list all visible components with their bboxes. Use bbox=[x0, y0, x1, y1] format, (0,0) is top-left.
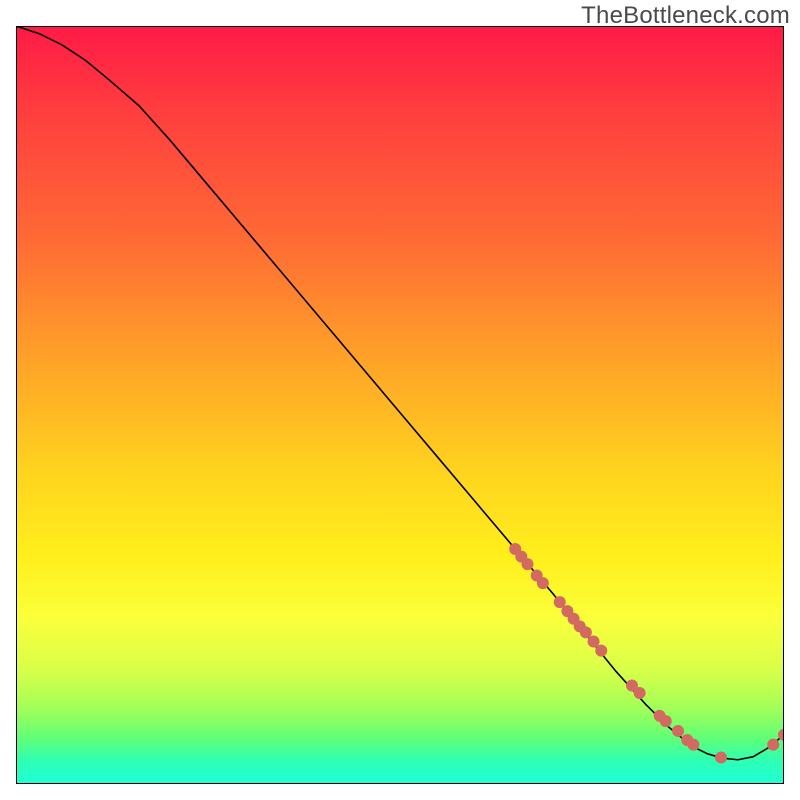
plot-gradient-background bbox=[16, 26, 784, 784]
chart-canvas: TheBottleneck.com bbox=[0, 0, 800, 800]
watermark-label: TheBottleneck.com bbox=[581, 2, 790, 30]
